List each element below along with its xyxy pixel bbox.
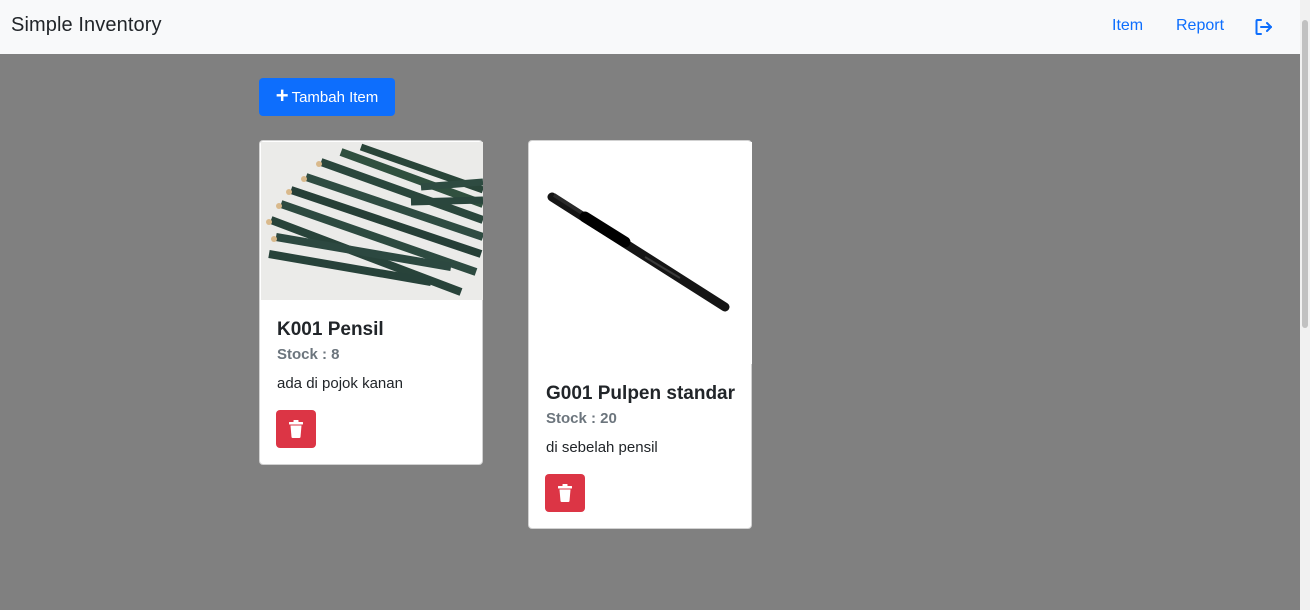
pencils-photo	[261, 142, 483, 300]
add-item-button[interactable]: + Tambah Item	[259, 78, 395, 116]
item-card: G001 Pulpen standar Stock : 20 di sebela…	[528, 140, 752, 529]
scrollbar-thumb[interactable]	[1302, 20, 1308, 328]
item-description: di sebelah pensil	[546, 439, 658, 456]
sign-out-icon[interactable]	[1254, 17, 1274, 37]
item-card: K001 Pensil Stock : 8 ada di pojok kanan	[259, 140, 483, 465]
trash-icon	[558, 484, 572, 502]
item-stock: Stock : 20	[546, 410, 617, 427]
plus-icon: +	[275, 83, 289, 108]
item-title: K001 Pensil	[277, 319, 384, 340]
item-stock: Stock : 8	[277, 346, 340, 363]
delete-button[interactable]	[276, 410, 316, 448]
page-scrollbar[interactable]	[1300, 0, 1310, 610]
nav-link-report[interactable]: Report	[1176, 17, 1224, 35]
add-item-label: Tambah Item	[291, 88, 379, 106]
nav-link-item[interactable]: Item	[1112, 17, 1143, 35]
app-brand[interactable]: Simple Inventory	[11, 14, 162, 37]
delete-button[interactable]	[545, 474, 585, 512]
top-navbar: Simple Inventory Item Report	[0, 0, 1300, 54]
trash-icon	[289, 420, 303, 438]
item-description: ada di pojok kanan	[277, 375, 403, 392]
item-title: G001 Pulpen standar	[546, 383, 736, 404]
pen-photo	[530, 142, 752, 364]
